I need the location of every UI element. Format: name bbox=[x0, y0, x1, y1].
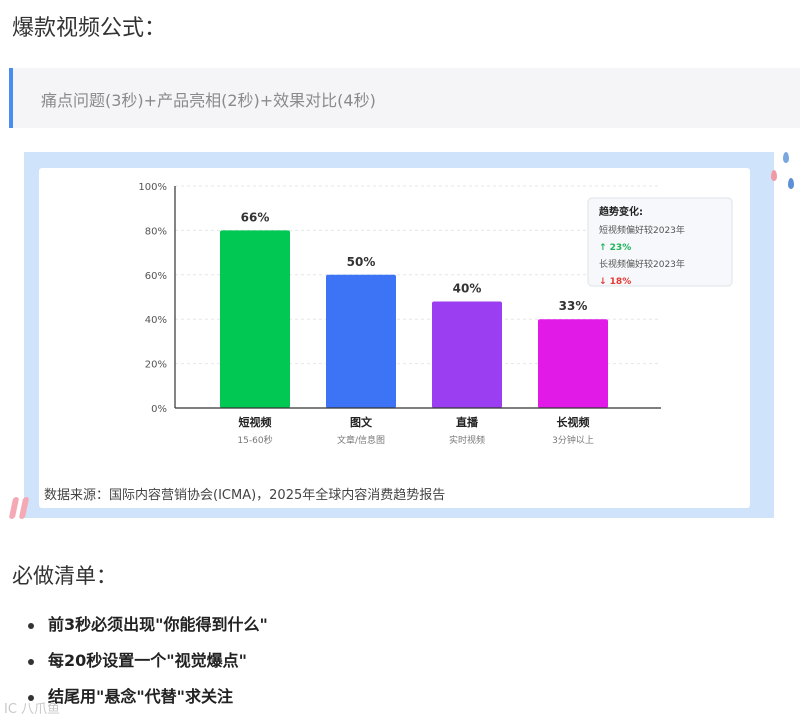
list-item: 前3秒必须出现"你能得到什么" bbox=[20, 612, 268, 648]
x-category-label: 短视频 bbox=[239, 415, 272, 429]
chart-card: 0% 20% 40% 60% 80% 100% 66% 50% 40% 33% 短视频 15-60… bbox=[39, 168, 750, 508]
bar bbox=[326, 274, 396, 408]
bar-chart: 0% 20% 40% 60% 80% 100% 66% 50% 40% 33% 短视频 15-60… bbox=[138, 182, 733, 446]
x-sub-label: 实时视频 bbox=[449, 434, 485, 446]
y-tick-label: 60% bbox=[145, 271, 167, 282]
bar bbox=[432, 301, 502, 408]
x-sub-label: 3分钟以上 bbox=[552, 434, 594, 446]
checklist-heading: 必做清单： bbox=[12, 564, 117, 588]
y-tick-label: 20% bbox=[145, 360, 167, 371]
decor-drop-icon bbox=[783, 152, 789, 163]
x-category-label: 长视频 bbox=[557, 415, 590, 429]
legend-line-1: 短视频偏好较2023年 bbox=[599, 224, 685, 236]
bar bbox=[220, 230, 290, 408]
x-category-label: 图文 bbox=[350, 415, 373, 429]
legend-line-2: 长视频偏好较2023年 bbox=[599, 258, 685, 270]
y-tick-label: 0% bbox=[151, 404, 167, 415]
decor-drop-icon bbox=[771, 170, 777, 181]
trend-legend: 趋势变化: 短视频偏好较2023年 ↑ 23% 长视频偏好较2023年 ↓ 18… bbox=[587, 197, 733, 287]
legend-title: 趋势变化: bbox=[599, 205, 643, 218]
decor-stripe bbox=[8, 497, 20, 519]
x-category-label: 直播 bbox=[456, 415, 479, 429]
y-tick-label: 40% bbox=[145, 315, 167, 326]
bar-data-label: 33% bbox=[559, 299, 588, 313]
x-sub-label: 文章/信息图 bbox=[337, 434, 385, 446]
y-tick-label: 80% bbox=[145, 226, 167, 237]
legend-value-1: ↑ 23% bbox=[599, 243, 631, 253]
watermark: IC 八爪鱼 bbox=[4, 702, 61, 717]
section-heading: 爆款视频公式： bbox=[12, 16, 167, 41]
legend-value-2: ↓ 18% bbox=[599, 277, 631, 287]
bar bbox=[538, 319, 608, 408]
list-item: 每20秒设置一个"视觉爆点" bbox=[20, 648, 268, 684]
x-sub-label: 15-60秒 bbox=[237, 434, 272, 446]
bar-data-label: 66% bbox=[241, 210, 270, 224]
formula-text: 痛点问题(3秒)+产品亮相(2秒)+效果对比(4秒) bbox=[41, 91, 376, 110]
bar-data-label: 50% bbox=[347, 255, 376, 269]
decor-drop-icon bbox=[788, 178, 794, 189]
data-source: 数据来源：国际内容营销协会(ICMA)，2025年全球内容消费趋势报告 bbox=[44, 488, 446, 503]
bar-data-label: 40% bbox=[453, 281, 482, 295]
y-tick-label: 100% bbox=[138, 182, 167, 193]
formula-quote: 痛点问题(3秒)+产品亮相(2秒)+效果对比(4秒) bbox=[9, 68, 800, 128]
